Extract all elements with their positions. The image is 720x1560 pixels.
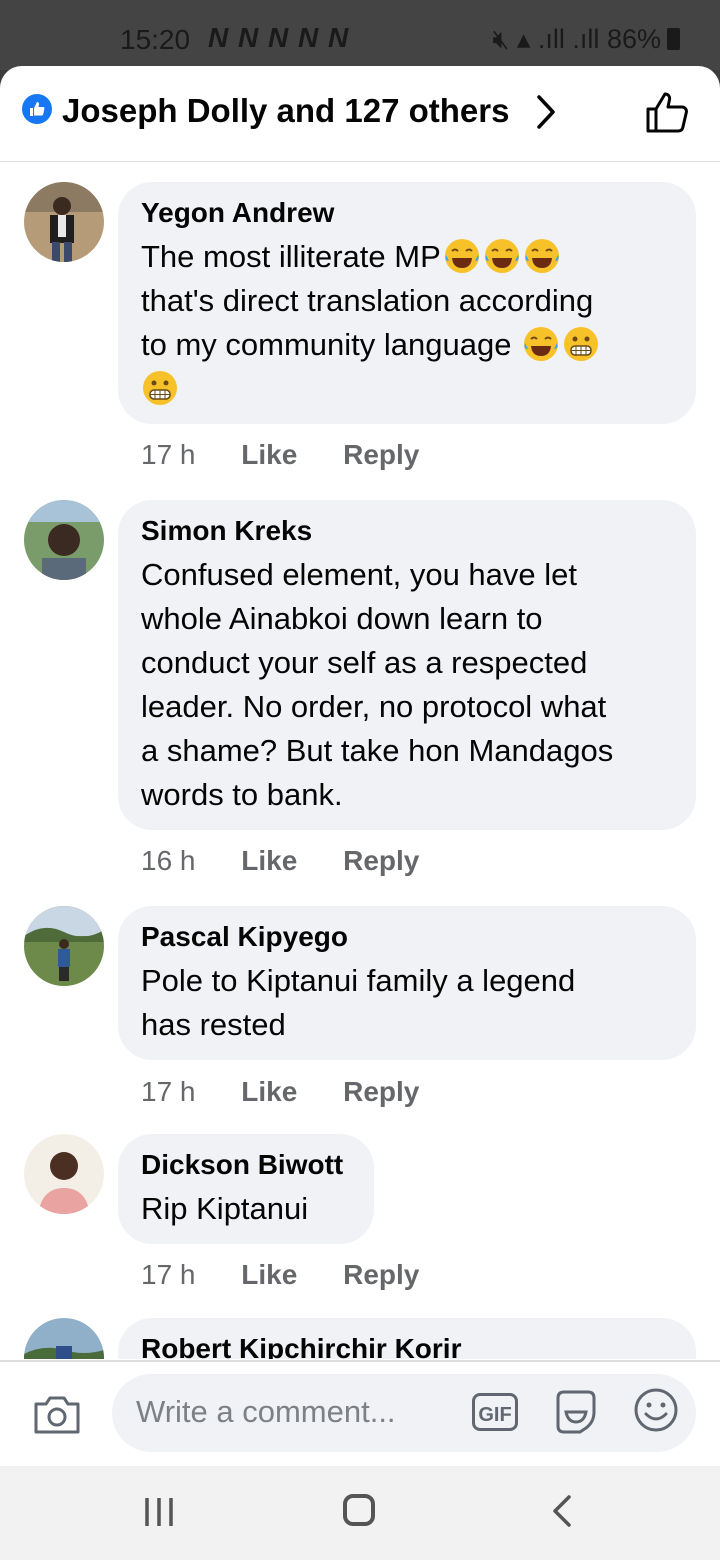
tears-of-joy-emoji [523, 237, 561, 275]
comment-time: 16 h [141, 845, 196, 876]
avatar[interactable] [24, 906, 104, 986]
comment-time: 17 h [141, 439, 196, 470]
reply-button[interactable]: Reply [343, 1076, 419, 1108]
avatar[interactable] [24, 1318, 104, 1359]
tears-of-joy-emoji [483, 237, 521, 275]
wifi-icon: ▴ [516, 24, 531, 54]
sticker-icon[interactable] [552, 1388, 600, 1436]
comment-text: Confused element, you have let whole Ain… [141, 557, 614, 812]
like-button[interactable]: Like [241, 1076, 297, 1108]
status-time: 15:20 [120, 24, 191, 55]
reactions-header[interactable]: Joseph Dolly and 127 others [0, 66, 720, 162]
comment-actions: 17 h Like Reply [141, 1259, 457, 1291]
reply-button[interactable]: Reply [343, 845, 419, 877]
reply-button[interactable]: Reply [343, 1259, 419, 1291]
like-reaction-icon [22, 94, 52, 124]
comment-time: 17 h [141, 1259, 196, 1290]
gif-button[interactable]: GIF [472, 1393, 518, 1431]
home-icon[interactable] [343, 1494, 375, 1526]
comment-author[interactable]: Dickson Biwott [141, 1148, 350, 1182]
grimacing-emoji [562, 325, 600, 363]
comment-text: The most illiterate MP that's direct tran… [141, 235, 672, 411]
comments-list[interactable]: Yegon Andrew The most illiterate MP that'… [0, 162, 720, 1359]
battery-level: 86% [606, 24, 661, 54]
comment-time: 17 h [141, 1076, 196, 1107]
notification-icons: N N N N N [208, 22, 350, 53]
system-nav-bar [0, 1466, 720, 1560]
grimacing-emoji [141, 369, 179, 407]
comment-actions: 16 h Like Reply [141, 845, 457, 877]
mute-icon: 🔇︎ [492, 24, 510, 54]
comment-author[interactable]: Simon Kreks [141, 514, 672, 548]
like-button[interactable]: Like [241, 439, 297, 471]
comment-author[interactable]: Yegon Andrew [141, 196, 672, 230]
comment-actions: 17 h Like Reply [141, 1076, 457, 1108]
comment-author[interactable]: Pascal Kipyego [141, 920, 672, 954]
comment-bubble[interactable]: Robert Kipchirchir Korir [118, 1318, 696, 1359]
camera-icon[interactable] [32, 1392, 82, 1436]
comment-composer: Write a comment... GIF [0, 1360, 720, 1466]
recent-apps-icon[interactable] [143, 1496, 175, 1528]
avatar[interactable] [24, 182, 104, 262]
like-button[interactable]: Like [241, 845, 297, 877]
like-button[interactable]: Like [241, 1259, 297, 1291]
tears-of-joy-emoji [443, 237, 481, 275]
comment-bubble[interactable]: Dickson Biwott Rip Kiptanui [118, 1134, 374, 1244]
thumbs-up-icon[interactable] [644, 90, 690, 134]
comment-input-placeholder: Write a comment... [136, 1394, 396, 1429]
status-right: 🔇︎ ▴ .ıll .ıll 86% [492, 24, 680, 56]
comment-bubble[interactable]: Yegon Andrew The most illiterate MP that'… [118, 182, 696, 424]
comment-author[interactable]: Robert Kipchirchir Korir [141, 1332, 672, 1359]
reactions-summary[interactable]: Joseph Dolly and 127 others [62, 92, 509, 130]
comment-bubble[interactable]: Simon Kreks Confused element, you have l… [118, 500, 696, 830]
avatar[interactable] [24, 1134, 104, 1214]
avatar[interactable] [24, 500, 104, 580]
chevron-right-icon[interactable] [536, 94, 556, 130]
tears-of-joy-emoji [522, 325, 560, 363]
comment-actions: 17 h Like Reply [141, 439, 457, 471]
comment-text: Pole to Kiptanui family a legend has res… [141, 963, 576, 1042]
comment-bubble[interactable]: Pascal Kipyego Pole to Kiptanui family a… [118, 906, 696, 1060]
emoji-icon[interactable] [632, 1386, 680, 1434]
battery-icon [667, 28, 680, 50]
status-bar: 15:20 N N N N N 🔇︎ ▴ .ıll .ıll 86% [0, 0, 720, 70]
comment-text: Rip Kiptanui [141, 1191, 309, 1226]
comment-input[interactable]: Write a comment... [112, 1374, 696, 1452]
back-icon[interactable] [551, 1494, 573, 1528]
reply-button[interactable]: Reply [343, 439, 419, 471]
comments-sheet: Joseph Dolly and 127 others Yegon Andrew… [0, 66, 720, 1466]
signal-icon: .ıll .ıll [537, 24, 600, 54]
